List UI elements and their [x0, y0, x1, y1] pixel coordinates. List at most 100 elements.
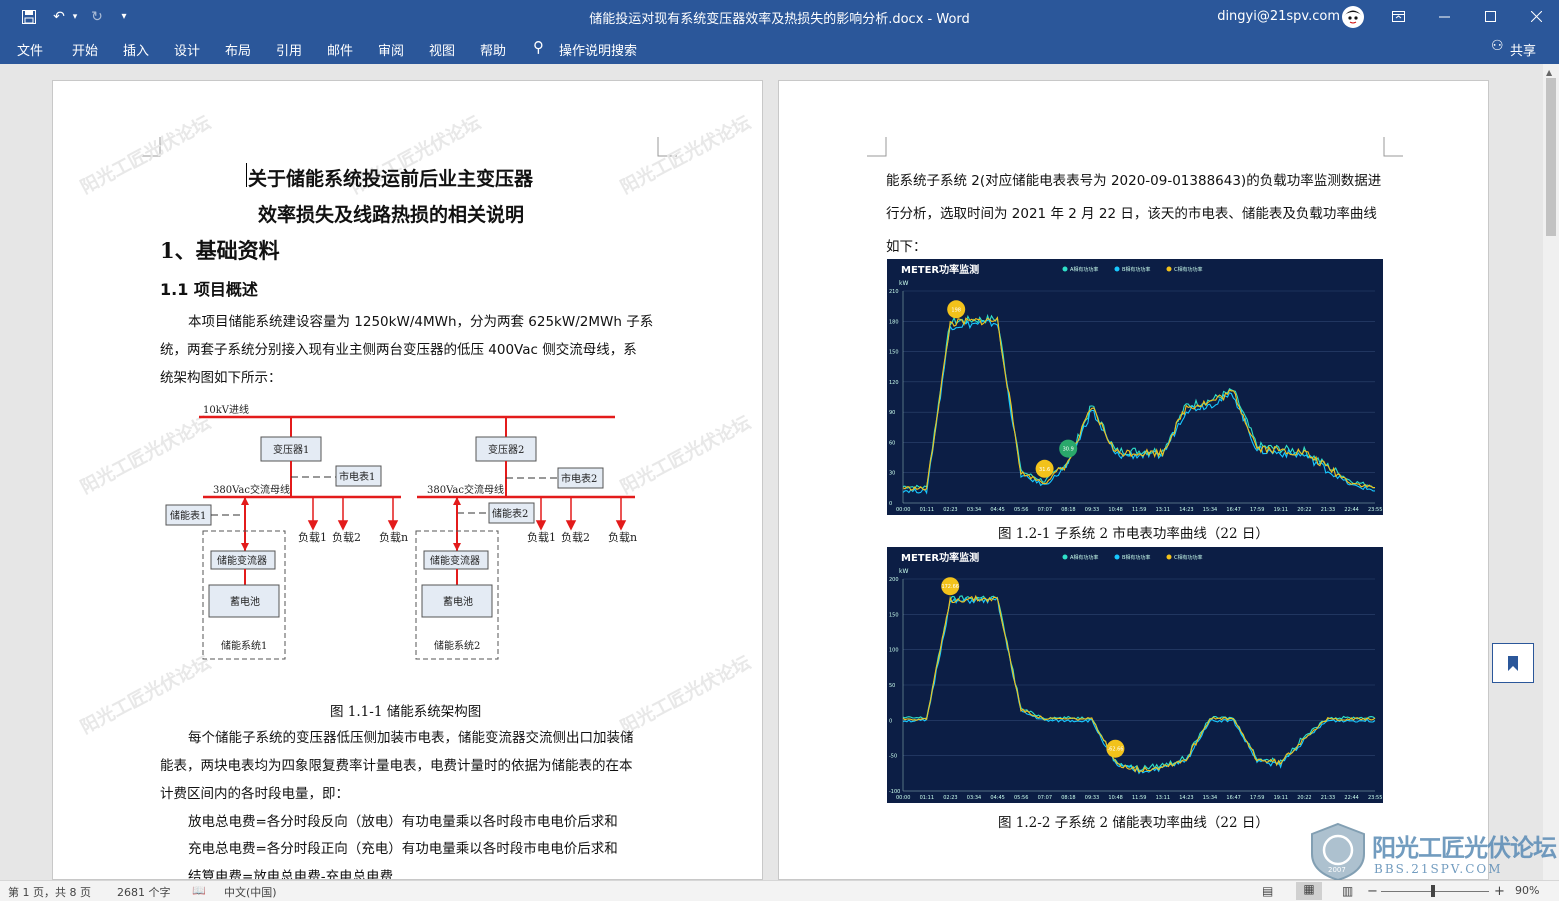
legend-marker — [1166, 266, 1172, 272]
x-tick-label: 04:45 — [990, 795, 1004, 801]
logo-url: BBS.21SPV.COM — [1374, 862, 1503, 876]
y-tick-label: 0 — [889, 501, 892, 507]
customize-qat-icon[interactable]: ▾ — [117, 0, 131, 33]
zoom-level[interactable]: 90% — [1515, 884, 1539, 897]
tab-help[interactable]: 帮助 — [480, 40, 506, 59]
watermark-text: 阳光工匠光伏论坛 — [77, 112, 215, 199]
tab-view[interactable]: 视图 — [429, 40, 455, 59]
grid-meter-2-label: 市电表2 — [561, 472, 597, 485]
tab-home[interactable]: 开始 — [72, 40, 98, 59]
y-tick-label: 100 — [889, 648, 899, 654]
user-account[interactable]: dingyi@21spv.com — [1210, 0, 1340, 33]
y-axis-unit: kW — [899, 280, 908, 287]
save-icon[interactable] — [18, 0, 40, 33]
x-tick-label: 21:33 — [1321, 507, 1335, 513]
load-n-label: 负载n — [608, 530, 637, 544]
tab-mailings[interactable]: 邮件 — [327, 40, 353, 59]
scroll-up-icon[interactable]: ▲ — [1546, 68, 1552, 77]
share-button[interactable]: 共享 — [1510, 40, 1536, 59]
status-bar: 第 1 页，共 8 页 2681 个字 📖 中文(中国) ▤ ▦ ▥ − + 9… — [0, 880, 1559, 901]
legend-label: B相有功功率 — [1122, 554, 1150, 561]
scrollbar-thumb[interactable] — [1546, 78, 1556, 236]
zoom-slider-thumb[interactable] — [1431, 885, 1435, 897]
ess-1-label: 储能系统1 — [221, 639, 267, 652]
series-line — [902, 318, 1375, 495]
chart-svg: METER功率监测 A相有功功率 B相有功功率 C相有功功率kW-100-500501… — [889, 551, 1382, 801]
maximize-icon[interactable] — [1475, 0, 1505, 33]
avatar[interactable] — [1339, 0, 1367, 33]
doc-title-line1: 关于储能系统投运前后业主变压器 — [248, 168, 534, 190]
paragraph-line: 能表，两块电表均为四象限复费率计量电表，电费计量时的依据为储能表的在本 — [160, 758, 633, 774]
lightbulb-icon[interactable]: ⚲ — [533, 38, 544, 56]
y-tick-label: 50 — [889, 683, 895, 689]
paragraph-line: 计费区间内的各时段电量，即： — [160, 786, 349, 802]
language[interactable]: 中文(中国) — [224, 884, 277, 900]
logo-title: 阳光工匠光伏论坛 — [1372, 834, 1557, 862]
close-icon[interactable] — [1521, 0, 1551, 33]
tab-layout[interactable]: 布局 — [225, 40, 251, 59]
legend-marker — [1062, 266, 1068, 272]
legend-label: A相有功功率 — [1070, 266, 1098, 273]
ess-meter-2-label: 储能表2 — [492, 507, 528, 520]
x-tick-label: 20:22 — [1297, 795, 1311, 801]
crop-mark — [867, 137, 887, 157]
word-count[interactable]: 2681 个字 — [117, 884, 171, 900]
proofing-icon[interactable]: 📖 — [192, 884, 206, 897]
series-line — [902, 595, 1376, 772]
x-tick-label: 16:47 — [1226, 795, 1240, 801]
x-tick-label: 13:11 — [1156, 795, 1170, 801]
page-count[interactable]: 第 1 页，共 8 页 — [8, 884, 91, 900]
transformer-1-label: 变压器1 — [273, 443, 309, 456]
legend-marker — [1114, 266, 1120, 272]
load-1-label: 负载1 — [527, 530, 556, 544]
legend-marker — [1166, 554, 1172, 560]
undo-dropdown-icon[interactable]: ▾ — [70, 0, 80, 33]
web-layout-icon[interactable]: ▥ — [1342, 884, 1353, 898]
navigation-bookmark-button[interactable] — [1492, 643, 1534, 683]
x-tick-label: 14:23 — [1179, 795, 1193, 801]
read-mode-icon[interactable]: ▤ — [1262, 884, 1273, 898]
series-line — [902, 596, 1376, 775]
tab-references[interactable]: 引用 — [276, 40, 302, 59]
vertical-scrollbar[interactable]: ▲ — [1543, 64, 1559, 880]
undo-icon[interactable]: ↶ — [48, 0, 70, 33]
y-tick-label: 120 — [889, 380, 899, 386]
x-tick-label: 23:55 — [1368, 795, 1382, 801]
x-tick-label: 10:48 — [1108, 507, 1122, 513]
page-2[interactable]: 能系统子系统 2(对应储能电表表号为 2020-09-01388643)的负载功… — [778, 80, 1489, 880]
x-tick-label: 10:48 — [1108, 795, 1122, 801]
x-tick-label: 15:34 — [1203, 507, 1217, 513]
x-tick-label: 05:56 — [1014, 795, 1028, 801]
transformer-2-label: 变压器2 — [488, 443, 524, 456]
redo-icon[interactable]: ↻ — [86, 0, 108, 33]
tell-me-search[interactable]: 操作说明搜索 — [559, 40, 637, 59]
paragraph-line: 如下： — [886, 239, 927, 255]
load-2-label: 负载2 — [332, 530, 361, 544]
tab-file[interactable]: 文件 — [17, 40, 43, 59]
x-tick-label: 21:33 — [1321, 795, 1335, 801]
page-1[interactable]: 阳光工匠光伏论坛 阳光工匠光伏论坛 阳光工匠光伏论坛 阳光工匠光伏论坛 阳光工匠… — [52, 80, 763, 880]
tab-design[interactable]: 设计 — [174, 40, 200, 59]
zoom-slider[interactable] — [1381, 891, 1489, 892]
paragraph-line: 本项目储能系统建设容量为 1250kW/4MWh，分为两套 625kW/2MWh… — [188, 314, 654, 330]
x-tick-label: 23:55 — [1368, 507, 1382, 513]
zoom-out-icon[interactable]: − — [1367, 884, 1378, 899]
person-icon[interactable]: ⚇ — [1491, 38, 1504, 54]
tab-review[interactable]: 审阅 — [378, 40, 404, 59]
load-2-label: 负载2 — [561, 530, 590, 544]
ribbon-display-options-icon[interactable] — [1383, 0, 1413, 33]
x-tick-label: 20:22 — [1297, 507, 1311, 513]
y-tick-label: 30 — [889, 471, 895, 477]
x-tick-label: 22:44 — [1344, 507, 1358, 513]
tab-insert[interactable]: 插入 — [123, 40, 149, 59]
marker-label: 198 — [951, 307, 961, 313]
legend-label: A相有功功率 — [1070, 554, 1098, 561]
chart-svg: METER功率监测 A相有功功率 B相有功功率 C相有功功率 kW 0 30 60 90 120 1… — [889, 263, 1382, 513]
x-tick-label: 16:47 — [1226, 507, 1240, 513]
print-layout-icon[interactable]: ▦ — [1296, 882, 1322, 900]
paragraph-line: 统架构图如下所示： — [160, 370, 282, 386]
x-tick-label: 03:34 — [967, 507, 981, 513]
zoom-in-icon[interactable]: + — [1494, 884, 1505, 899]
minimize-icon[interactable] — [1429, 0, 1459, 33]
arrow-down-icon — [453, 543, 461, 551]
